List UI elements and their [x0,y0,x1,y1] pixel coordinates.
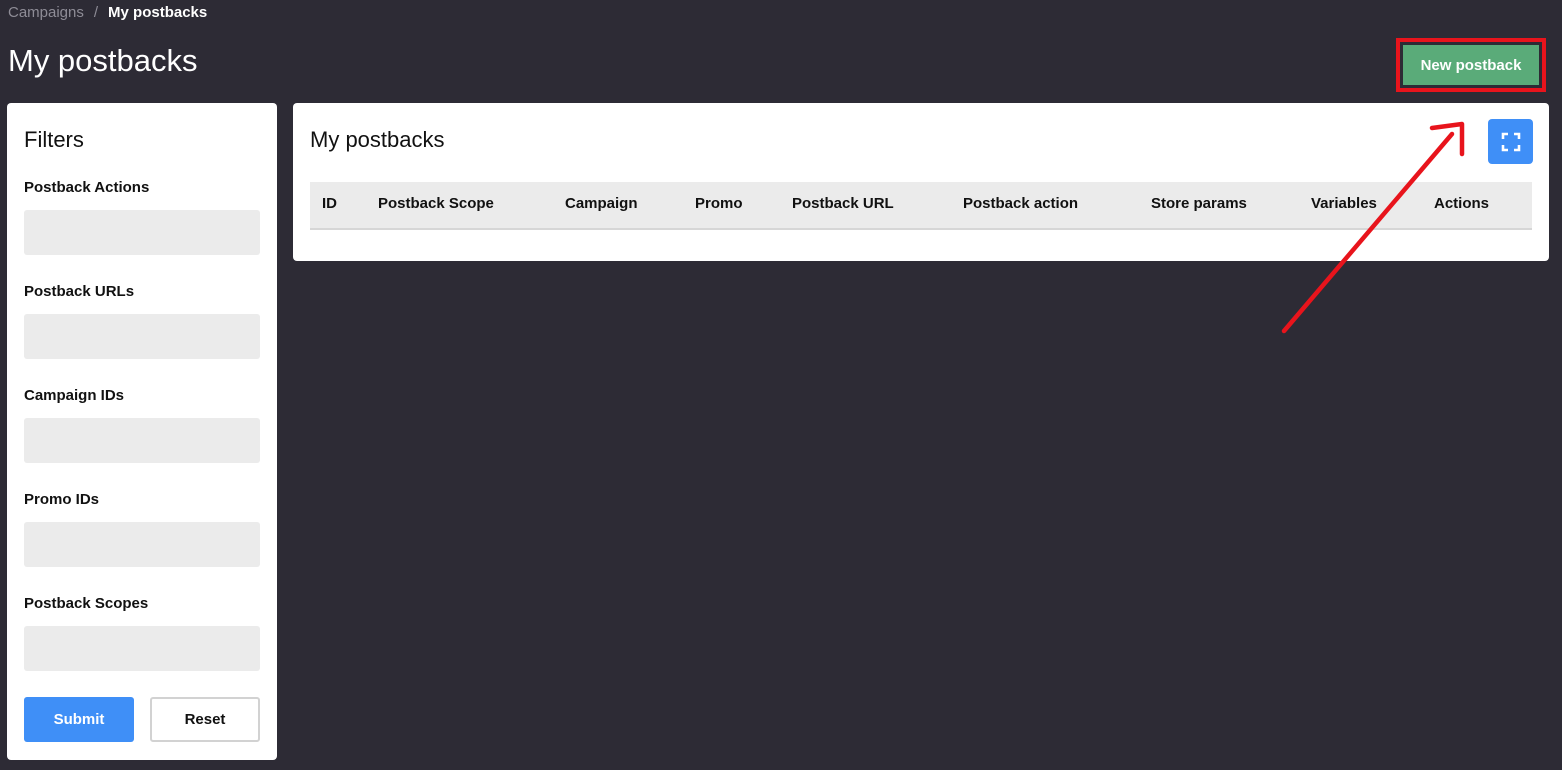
filters-panel: Filters Postback Actions Postback URLs C… [7,103,277,760]
postback-urls-input[interactable] [24,314,260,359]
column-header-postback-action[interactable]: Postback action [963,182,1078,228]
breadcrumb-current: My postbacks [108,4,208,21]
reset-button[interactable]: Reset [149,697,260,742]
column-header-campaign[interactable]: Campaign [565,182,638,228]
promo-ids-input[interactable] [24,522,260,567]
breadcrumb-separator: / [93,4,99,21]
postback-actions-label: Postback Actions [24,179,150,196]
new-postback-button[interactable]: New postback [1403,45,1539,85]
page-title: My postbacks [8,43,198,78]
postbacks-card: My postbacks ID Postback Scope Campaign … [293,103,1549,261]
column-header-actions[interactable]: Actions [1434,182,1489,228]
breadcrumb: Campaigns / My postbacks [8,4,207,22]
submit-button[interactable]: Submit [24,697,134,742]
new-postback-highlight: New postback [1396,38,1546,92]
postbacks-table-title: My postbacks [310,127,445,152]
column-header-postback-scope[interactable]: Postback Scope [378,182,494,228]
campaign-ids-input[interactable] [24,418,260,463]
postback-actions-input[interactable] [24,210,260,255]
column-header-variables[interactable]: Variables [1311,182,1377,228]
expand-button[interactable] [1488,119,1533,164]
column-header-promo[interactable]: Promo [695,182,743,228]
column-header-id[interactable]: ID [322,182,337,228]
table-header: ID Postback Scope Campaign Promo Postbac… [310,182,1532,230]
postback-urls-label: Postback URLs [24,283,135,300]
filters-title: Filters [24,127,84,152]
promo-ids-label: Promo IDs [24,491,100,508]
filter-actions: Submit Reset [24,697,260,742]
column-header-store-params[interactable]: Store params [1151,182,1247,228]
fullscreen-icon [1501,132,1520,151]
column-header-postback-url[interactable]: Postback URL [792,182,894,228]
campaign-ids-label: Campaign IDs [24,387,125,404]
postback-scopes-input[interactable] [24,626,260,671]
postback-scopes-label: Postback Scopes [24,595,149,612]
breadcrumb-campaigns-link[interactable]: Campaigns [8,4,84,21]
